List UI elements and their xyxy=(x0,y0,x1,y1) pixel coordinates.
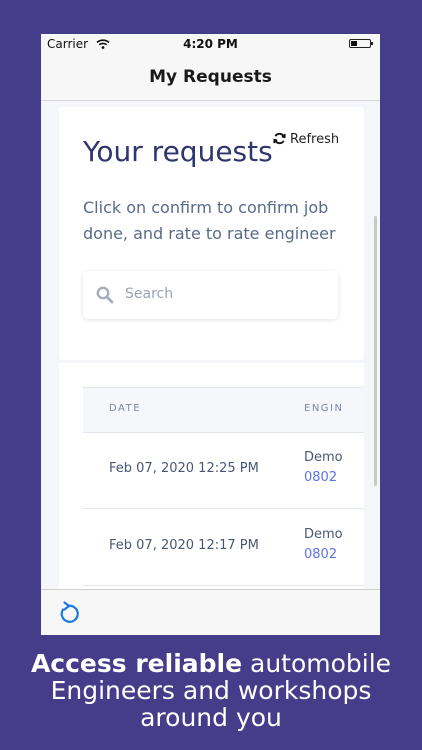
caption-line1: automobile xyxy=(242,649,392,678)
promo-caption: Access reliable automobile Engineers and… xyxy=(0,650,422,731)
column-header-date: DATE xyxy=(109,403,142,414)
table-row[interactable]: Feb 07, 2020 12:17 PM Demo 0802 xyxy=(83,509,364,586)
row-date: Feb 07, 2020 12:17 PM xyxy=(109,538,259,553)
nav-bar: My Requests xyxy=(41,54,380,101)
row-date: Feb 07, 2020 12:25 PM xyxy=(109,461,259,476)
search-icon xyxy=(96,286,114,304)
search-field[interactable]: Search xyxy=(83,271,338,319)
table-row[interactable]: Feb 07, 2020 12:25 PM Demo 0802 xyxy=(83,432,364,509)
refresh-button[interactable]: Refresh xyxy=(273,132,339,147)
vertical-scrollbar[interactable] xyxy=(374,216,377,486)
status-bar: Carrier 4:20 PM xyxy=(41,34,380,54)
caption-line3: around you xyxy=(140,703,282,732)
refresh-icon xyxy=(273,132,286,145)
caption-bold: Access reliable xyxy=(30,649,243,678)
column-header-engineer: ENGIN xyxy=(304,403,344,414)
row-engineer-name: Demo xyxy=(304,450,343,465)
requests-card: Your requests Refresh Click on confirm t… xyxy=(59,107,364,360)
caption-line2: Engineers and workshops xyxy=(50,676,372,705)
refresh-label: Refresh xyxy=(290,132,340,147)
table-header: DATE ENGIN xyxy=(83,387,364,433)
page-title: My Requests xyxy=(149,67,272,87)
bottom-toolbar xyxy=(41,589,380,635)
row-engineer-phone[interactable]: 0802 xyxy=(304,547,337,562)
phone-screen: Carrier 4:20 PM My Requests Your request… xyxy=(41,34,380,635)
requests-description: Click on confirm to confirm job done, an… xyxy=(83,198,336,243)
requests-heading: Your requests xyxy=(83,135,273,168)
row-engineer-phone[interactable]: 0802 xyxy=(304,470,337,485)
search-input[interactable]: Search xyxy=(125,286,173,302)
content-area[interactable]: Your requests Refresh Click on confirm t… xyxy=(41,101,380,589)
battery-icon xyxy=(349,39,373,48)
row-engineer-name: Demo xyxy=(304,527,343,542)
reload-icon[interactable] xyxy=(57,601,79,625)
requests-table: DATE ENGIN Feb 07, 2020 12:25 PM Demo 08… xyxy=(59,363,364,589)
status-time: 4:20 PM xyxy=(183,37,238,51)
